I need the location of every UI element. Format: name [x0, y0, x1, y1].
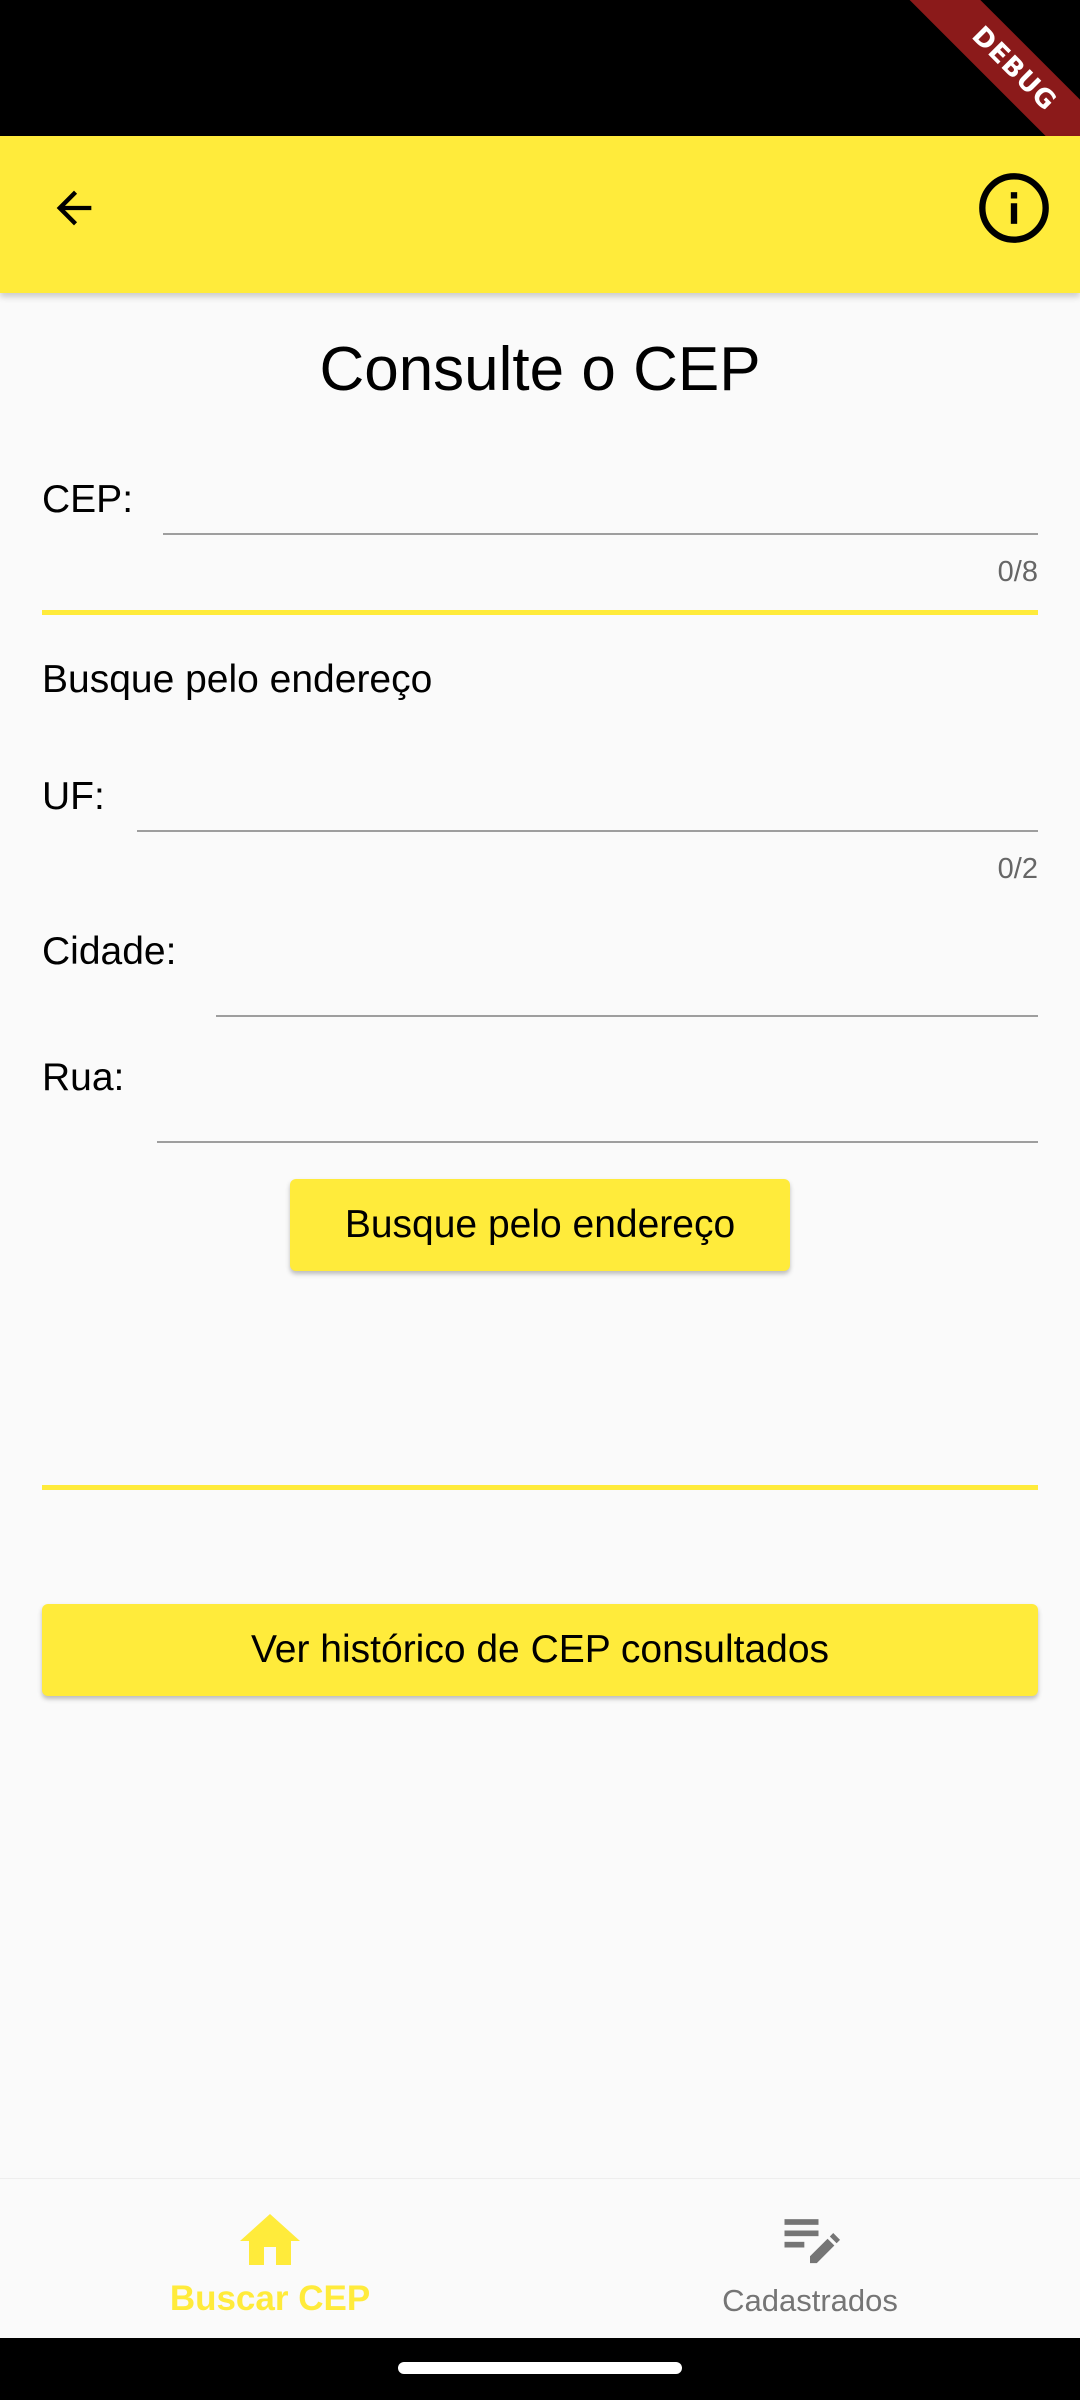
uf-counter: 0/2	[997, 853, 1038, 885]
arrow-back-icon	[56, 190, 92, 226]
nav-label-cadastrados: Cadastrados	[722, 2283, 898, 2318]
page-title: Consulte o CEP	[319, 335, 761, 404]
info-button[interactable]	[972, 166, 1056, 250]
cidade-input[interactable]	[216, 955, 1038, 1015]
rua-field[interactable]	[157, 1081, 1038, 1143]
cep-input[interactable]	[163, 473, 1038, 533]
info-outline-icon	[979, 173, 1049, 243]
nav-item-buscar-cep[interactable]: Buscar CEP	[0, 2179, 540, 2339]
status-bar: DEBUG	[0, 0, 1080, 136]
section-divider	[42, 610, 1038, 615]
back-button[interactable]	[38, 172, 110, 244]
app-bar	[0, 136, 1080, 293]
cep-label: CEP:	[42, 478, 134, 521]
cidade-field[interactable]	[216, 955, 1038, 1017]
search-address-button[interactable]: Busque pelo endereço	[290, 1179, 790, 1271]
home-icon	[240, 2214, 300, 2265]
rua-input[interactable]	[157, 1081, 1038, 1141]
results-divider	[42, 1485, 1038, 1490]
cep-field[interactable]	[163, 473, 1038, 535]
gesture-bar	[0, 2338, 1080, 2400]
uf-label: UF:	[42, 775, 105, 818]
nav-label-buscar-cep: Buscar CEP	[169, 2279, 371, 2318]
home-gesture-handle[interactable]	[398, 2362, 682, 2374]
uf-input[interactable]	[137, 770, 1038, 830]
bottom-nav: Buscar CEP Cadastrados	[0, 2178, 1080, 2339]
edit-note-icon	[784, 2219, 841, 2264]
cidade-label: Cidade:	[42, 930, 177, 973]
address-section-title: Busque pelo endereço	[42, 658, 433, 701]
history-button[interactable]: Ver histórico de CEP consultados	[42, 1604, 1038, 1696]
debug-banner: DEBUG	[904, 0, 1080, 136]
uf-field[interactable]	[137, 770, 1038, 832]
cep-counter: 0/8	[997, 556, 1038, 588]
rua-label: Rua:	[42, 1056, 125, 1099]
nav-item-cadastrados[interactable]: Cadastrados	[540, 2179, 1080, 2339]
